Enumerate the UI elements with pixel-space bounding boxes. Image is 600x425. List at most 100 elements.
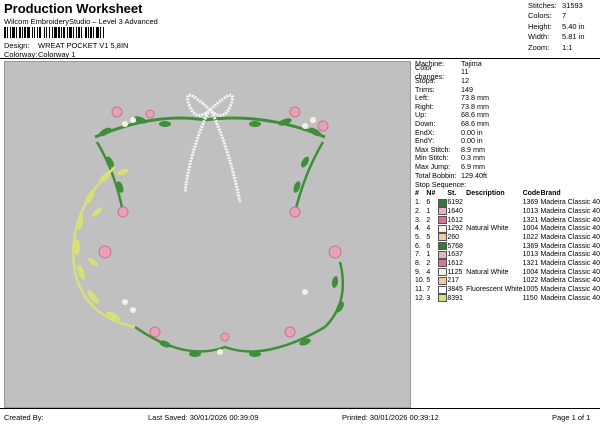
swatch-cell <box>437 259 448 268</box>
cell-code: 1321 <box>522 259 539 267</box>
info-row: Up: 68.6 mm <box>415 110 600 119</box>
color-swatch <box>437 294 447 303</box>
col-header: St. <box>447 190 457 198</box>
cell-num: 5. <box>415 233 421 241</box>
cell-code: 1013 <box>522 251 539 259</box>
info-row: Stops: 12 <box>415 76 600 85</box>
stat-value: 31593 <box>562 0 583 10</box>
cell-desc <box>466 294 522 303</box>
swatch-cell <box>437 198 448 207</box>
info-row: Left: 73.8 mm <box>415 93 600 102</box>
cell-desc: Natural White <box>466 225 509 233</box>
color-swatch <box>437 198 447 207</box>
color-swatch <box>437 268 447 277</box>
cell-num: 2. <box>415 207 421 215</box>
color-swatch <box>437 250 447 259</box>
created-by: Created By: <box>4 413 44 422</box>
info-row: Total Bobbin: 129.40ft <box>415 171 600 180</box>
cell-brand: Madeira Classic 40 <box>540 268 600 276</box>
stat-row: Height: 5.40 in <box>528 21 600 32</box>
cell-brand: Madeira Classic 40 <box>540 286 600 294</box>
stat-row: Width: 5.81 in <box>528 32 600 43</box>
design-label: Design: <box>4 41 30 50</box>
cell-code: 1022 <box>522 277 539 285</box>
table-header-row: # N# St. Description Code Brand <box>415 189 600 198</box>
cell-n: 4 <box>426 225 431 233</box>
cell-desc: Natural White <box>466 268 509 276</box>
stat-label: Stitches: <box>528 0 557 10</box>
stat-label: Height: <box>528 21 552 31</box>
worksheet-title: Production Worksheet <box>4 1 143 16</box>
printed-date: Printed: 30/01/2026 00:39:12 <box>342 413 439 422</box>
color-swatch <box>437 216 447 225</box>
color-swatch <box>437 233 447 242</box>
cell-code: 1004 <box>522 225 539 233</box>
table-row: 9. 4 1125 Natural White 1004 Madeira Classic … <box>415 268 600 277</box>
cell-code: 1369 <box>522 242 539 250</box>
footer: Created By: Last Saved: 30/01/2026 00:39… <box>0 408 600 425</box>
swatch-cell <box>437 294 448 303</box>
color-swatch <box>437 259 447 268</box>
stop-sequence-title: Stop Sequence: <box>415 180 467 190</box>
machine-info-panel: Machine: Tajima Color changes: 11 Stops: 12… <box>415 59 600 303</box>
cell-st: 1640 <box>447 207 463 215</box>
cell-num: 11. <box>415 286 425 294</box>
cell-n: 6 <box>426 242 431 250</box>
cell-brand: Madeira Classic 40 <box>540 216 600 224</box>
software-name: Wilcom EmbroideryStudio – Level 3 Advanc… <box>4 17 158 26</box>
table-row: 6. 6 5768 1369 Madeira Classic 40 <box>415 242 600 251</box>
cell-brand: Madeira Classic 40 <box>540 251 600 259</box>
table-row: 10. 5 217 1022 Madeira Classic 40 <box>415 276 600 286</box>
swatch-cell <box>437 268 448 277</box>
swatch-cell <box>437 250 448 259</box>
swatch-cell <box>437 224 448 233</box>
cell-st: 1612 <box>447 259 463 267</box>
table-row: 4. 4 1292 Natural White 1004 Madeira Classic … <box>415 224 600 233</box>
cell-code: 1013 <box>522 207 539 215</box>
cell-n: 5 <box>426 233 431 241</box>
cell-st: 260 <box>447 233 459 241</box>
cell-st: 1612 <box>447 216 463 224</box>
cell-brand: Madeira Classic 40 <box>540 294 600 302</box>
cell-code: 1150 <box>522 294 538 302</box>
stop-sequence-table: # N# St. Description Code Brand 1. 6 6192 1… <box>415 189 600 303</box>
cell-st: 217 <box>447 277 459 285</box>
cell-st: 6192 <box>447 199 463 207</box>
cell-brand: Madeira Classic 40 <box>540 233 600 241</box>
cell-n: 2 <box>426 216 431 224</box>
info-row: Min Stitch: 0.3 mm <box>415 153 600 162</box>
swatch-cell <box>437 276 448 286</box>
info-row: Down: 68.6 mm <box>415 119 600 128</box>
table-row: 12. 3 8391 1150 Madeira Classic 40 <box>415 294 600 303</box>
cell-code: 1321 <box>522 216 539 224</box>
cell-n: 1 <box>426 207 431 215</box>
info-row: Max Jump: 6.9 mm <box>415 162 600 171</box>
cell-num: 1. <box>415 199 421 207</box>
stat-row: Zoom: 1:1 <box>528 42 600 53</box>
cell-desc <box>466 277 522 286</box>
col-header: # <box>415 190 419 198</box>
cell-num: 10. <box>415 277 425 285</box>
cell-num: 3. <box>415 216 421 224</box>
swatch-cell <box>437 233 448 242</box>
table-row: 5. 5 260 1022 Madeira Classic 40 <box>415 233 600 242</box>
cell-desc <box>466 207 522 216</box>
swatch-cell <box>437 285 448 294</box>
col-header: Description <box>466 190 505 198</box>
cell-desc <box>466 198 522 207</box>
design-value: WREAT POCKET V1 5,8IN <box>38 41 129 50</box>
stats-panel: Stitches: 31593 Colors: 7 Height: 5.40 in W… <box>528 0 600 53</box>
cell-code: 1005 <box>522 286 539 294</box>
cell-st: 3845 <box>447 286 463 294</box>
cell-brand: Madeira Classic 40 <box>540 242 600 250</box>
col-header: N# <box>426 190 436 198</box>
info-row: Right: 73.8 mm <box>415 102 600 111</box>
cell-num: 7. <box>415 251 421 259</box>
swatch-cell <box>437 216 448 225</box>
stat-label: Colors: <box>528 11 552 21</box>
cell-st: 1637 <box>447 251 463 259</box>
cell-num: 12. <box>415 294 425 302</box>
color-swatch <box>437 224 447 233</box>
cell-brand: Madeira Classic 40 <box>540 207 600 215</box>
cell-num: 8. <box>415 259 421 267</box>
